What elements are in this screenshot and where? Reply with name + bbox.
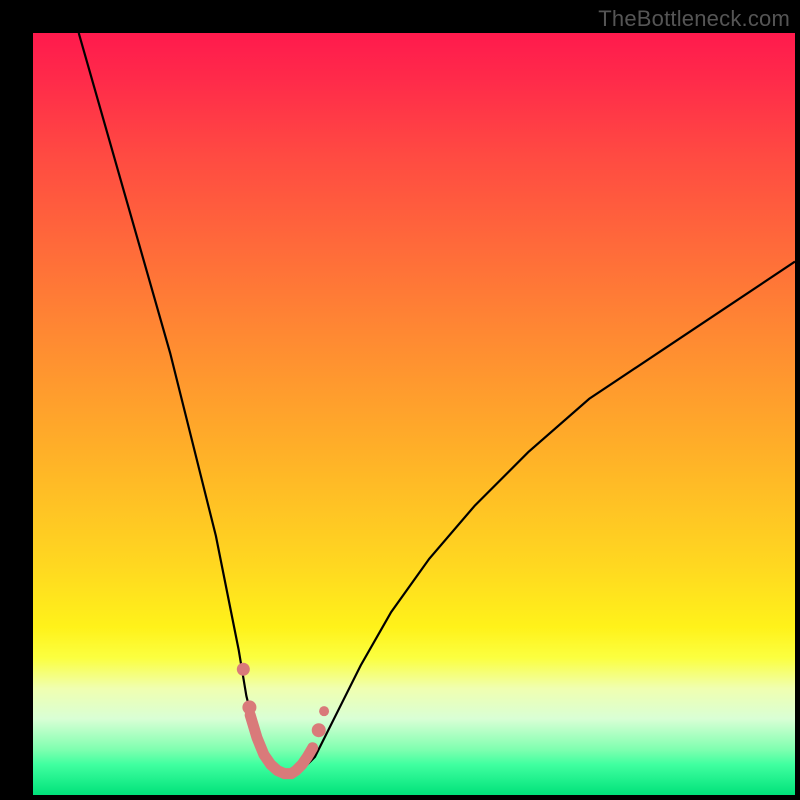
- right-upper-dot: [312, 723, 326, 737]
- curve-highlight: [250, 715, 312, 774]
- bottleneck-curve: [79, 33, 795, 776]
- left-upper-dot: [237, 663, 250, 676]
- chart-frame: TheBottleneck.com: [0, 0, 800, 800]
- chart-svg: [33, 33, 795, 795]
- plot-area: [33, 33, 795, 795]
- right-lower-dot: [319, 706, 329, 716]
- watermark-text: TheBottleneck.com: [598, 6, 790, 32]
- left-lower-dot: [242, 700, 256, 714]
